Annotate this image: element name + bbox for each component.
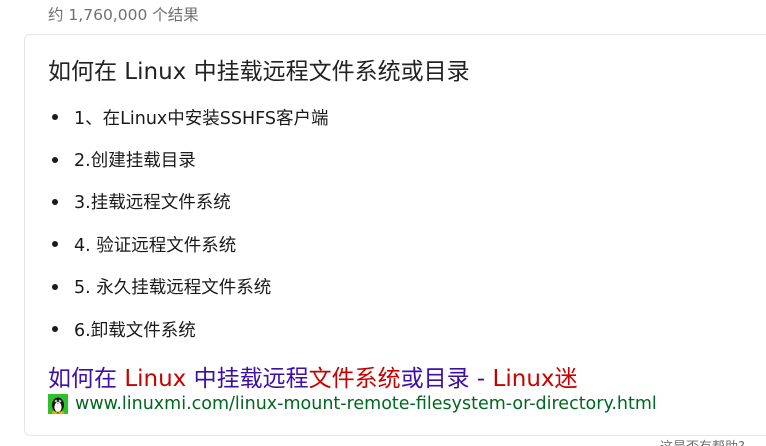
list-item: 6.卸载文件系统 xyxy=(48,308,329,350)
step-text: 5. 永久挂载远程文件系统 xyxy=(74,278,272,299)
bullet-icon xyxy=(52,156,58,163)
bullet-icon xyxy=(52,283,58,290)
title-part: 或目录 - xyxy=(400,366,493,392)
source-url-link[interactable]: www.linuxmi.com/linux-mount-remote-files… xyxy=(75,394,657,414)
step-text: 3.挂载远程文件系统 xyxy=(74,193,231,214)
bullet-icon xyxy=(52,198,58,205)
title-part: 中挂载远程 xyxy=(186,366,309,392)
source-title-link[interactable]: 如何在 Linux 中挂载远程文件系统或目录 - Linux迷 xyxy=(48,359,578,393)
search-results-page: 约 1,760,000 个结果 如何在 Linux 中挂载远程文件系统或目录 1… xyxy=(0,0,766,446)
title-part-highlight: 迷 xyxy=(554,366,578,392)
bullet-icon xyxy=(52,241,58,248)
snippet-steps-list: 1、在Linux中安装SSHFS客户端 2.创建挂载目录 3.挂载远程文件系统 … xyxy=(48,96,329,350)
list-item: 5. 永久挂载远程文件系统 xyxy=(48,266,329,308)
list-item: 2.创建挂载目录 xyxy=(48,138,329,180)
step-text: 6.卸载文件系统 xyxy=(74,320,196,341)
source-url-row: www.linuxmi.com/linux-mount-remote-files… xyxy=(48,394,657,414)
title-part: 如何在 xyxy=(48,366,125,392)
snippet-title: 如何在 Linux 中挂载远程文件系统或目录 xyxy=(48,59,470,85)
list-item: 1、在Linux中安装SSHFS客户端 xyxy=(48,96,329,138)
title-part-highlight: Linux xyxy=(124,366,187,392)
list-item: 3.挂载远程文件系统 xyxy=(48,181,329,223)
title-part-highlight: Linux xyxy=(492,366,555,392)
list-item: 4. 验证远程文件系统 xyxy=(48,223,329,265)
bullet-icon xyxy=(52,326,58,333)
feedback-link[interactable]: 这是否有帮助? xyxy=(660,436,745,446)
bullet-icon xyxy=(52,114,58,121)
title-part-highlight: 文件系统 xyxy=(308,366,401,392)
result-count: 约 1,760,000 个结果 xyxy=(48,6,199,24)
tux-penguin-icon xyxy=(48,394,68,414)
step-text: 2.创建挂载目录 xyxy=(74,151,196,172)
step-text: 1、在Linux中安装SSHFS客户端 xyxy=(74,108,329,129)
step-text: 4. 验证远程文件系统 xyxy=(74,235,237,256)
